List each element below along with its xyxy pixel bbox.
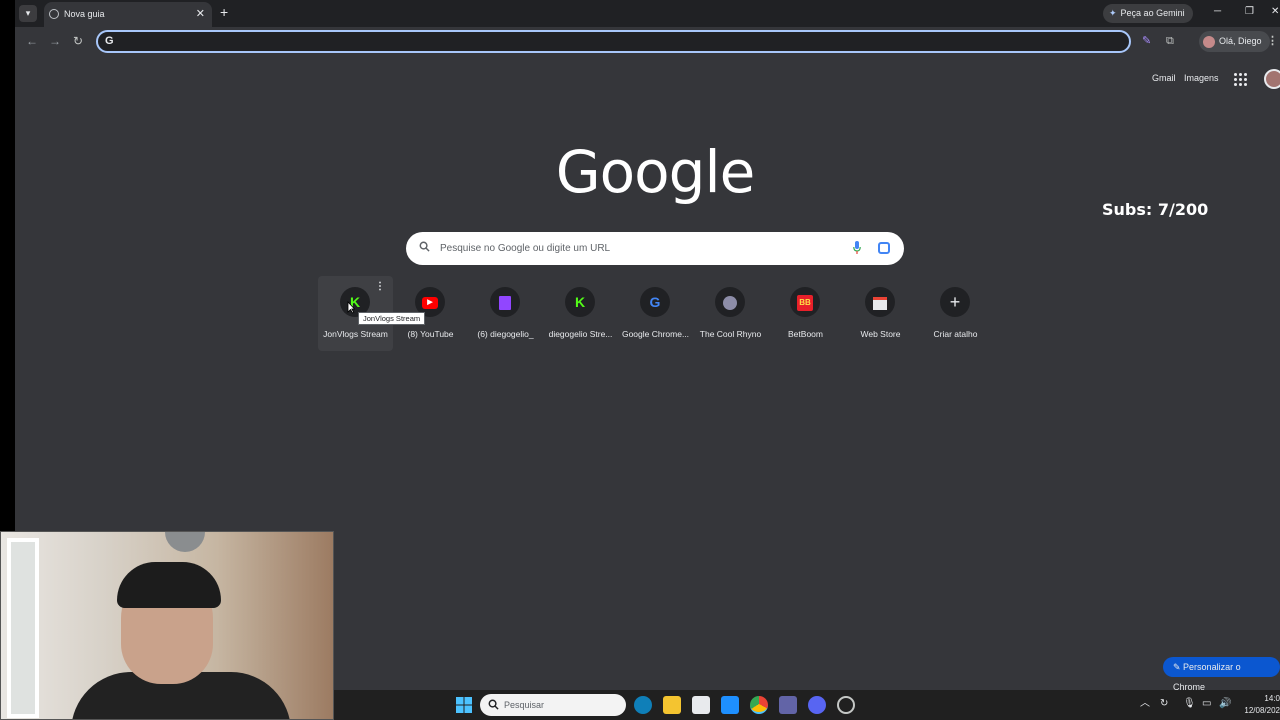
new-tab-button[interactable]: +: [220, 5, 228, 20]
web-store-icon: [865, 287, 895, 317]
windows-start-icon[interactable]: [455, 696, 473, 714]
taskbar-search[interactable]: Pesquisar: [480, 694, 626, 716]
shortcut-betboom[interactable]: BB BetBoom: [768, 276, 843, 351]
shortcut-twitch[interactable]: (6) diegogelio_: [468, 276, 543, 351]
google-g-icon: G: [640, 287, 670, 317]
search-icon: [419, 241, 430, 252]
browser-toolbar: ← → ↻ G ✎ ⧉ Olá, Diego ⋮: [15, 27, 1280, 56]
chrome-favicon-icon: [49, 9, 59, 19]
search-input[interactable]: Pesquise no Google ou digite um URL: [406, 232, 904, 265]
gemini-spark-icon: ✦: [1109, 8, 1117, 18]
tab-strip: ▾ Nova guia ✕ + ✦ Peça ao Gemini ─ ❐ ✕: [15, 0, 1280, 27]
shortcut-label: The Cool Rhyno: [699, 329, 762, 339]
pen-extension-icon[interactable]: ✎: [1142, 35, 1151, 48]
clock-date: 12/08/202: [1244, 706, 1280, 715]
google-apps-icon[interactable]: [1234, 73, 1248, 87]
gemini-button[interactable]: ✦ Peça ao Gemini: [1103, 4, 1193, 23]
address-bar[interactable]: G: [96, 30, 1131, 53]
plus-icon: +: [940, 287, 970, 317]
more-options-icon[interactable]: ⋮: [375, 281, 385, 292]
chevron-up-icon[interactable]: ︿: [1140, 698, 1150, 710]
close-window-button[interactable]: ✕: [1271, 6, 1279, 17]
shortcut-label: BetBoom: [788, 329, 823, 339]
tab-close-icon[interactable]: ✕: [196, 7, 205, 20]
shortcut-google-chrome[interactable]: G Google Chrome...: [618, 276, 693, 351]
profile-button[interactable]: Olá, Diego: [1199, 31, 1270, 52]
google-logo: Google: [555, 138, 756, 206]
teams-icon[interactable]: [779, 696, 797, 714]
shortcut-label: JonVlogs Stream: [323, 329, 388, 339]
webcam-window-frame: [7, 538, 39, 718]
file-explorer-icon[interactable]: [663, 696, 681, 714]
shortcut-label: (8) YouTube: [407, 329, 454, 339]
gmail-link[interactable]: Gmail: [1152, 73, 1176, 83]
clock-time: 14:0: [1264, 694, 1280, 703]
mouse-cursor-icon: [347, 301, 355, 314]
tab-search-button[interactable]: ▾: [19, 5, 37, 22]
forward-button[interactable]: →: [49, 34, 61, 48]
screen: ▾ Nova guia ✕ + ✦ Peça ao Gemini ─ ❐ ✕ ← …: [0, 0, 1280, 720]
discord-icon[interactable]: [808, 696, 826, 714]
shortcut-tooltip: JonVlogs Stream: [358, 312, 426, 325]
shortcut-cool-rhyno[interactable]: The Cool Rhyno: [693, 276, 768, 351]
shortcut-web-store[interactable]: Web Store: [843, 276, 918, 351]
volume-icon[interactable]: 🔊: [1219, 698, 1231, 710]
pencil-icon: ✎: [1173, 662, 1184, 672]
customize-chrome-button[interactable]: ✎ Personalizar o Chrome: [1163, 657, 1280, 692]
sync-icon[interactable]: ↻: [1160, 698, 1168, 710]
ms-store-icon[interactable]: [692, 696, 710, 714]
tab-title: Nova guia: [64, 9, 105, 19]
webcam-person-cap: [117, 562, 221, 608]
search-icon: [488, 699, 499, 710]
shortcut-diegogelio-stream[interactable]: K diegogelio Stre...: [543, 276, 618, 351]
tab-new-tab[interactable]: Nova guia ✕: [44, 2, 212, 27]
profile-avatar: [1203, 35, 1215, 48]
kick-icon: K: [565, 287, 595, 317]
microphone-icon[interactable]: 🎙: [1183, 698, 1196, 710]
betboom-icon: BB: [790, 287, 820, 317]
webcam-overlay: [0, 531, 334, 720]
taskbar-search-placeholder: Pesquisar: [504, 700, 545, 710]
webcam-lamp: [165, 532, 205, 552]
subs-counter: Subs: 7/200: [1102, 200, 1209, 219]
app-icon[interactable]: [837, 696, 855, 714]
mail-icon[interactable]: [721, 696, 739, 714]
images-link[interactable]: Imagens: [1184, 73, 1219, 83]
chrome-icon[interactable]: [750, 696, 768, 714]
twitch-icon: [490, 287, 520, 317]
restore-button[interactable]: ❐: [1245, 6, 1254, 17]
gemini-label: Peça ao Gemini: [1120, 8, 1185, 18]
network-icon[interactable]: ▭: [1202, 698, 1211, 710]
shortcut-label: (6) diegogelio_: [477, 329, 534, 339]
menu-icon[interactable]: ⋮: [1267, 35, 1278, 48]
shortcut-label: Criar atalho: [933, 329, 978, 339]
reload-button[interactable]: ↻: [73, 34, 83, 48]
extensions-icon[interactable]: ⧉: [1166, 35, 1174, 48]
windows-taskbar: Pesquisar ︿ ↻ 🎙 ▭ 🔊 14:0 12/08/202: [334, 690, 1280, 720]
customize-label: Personalizar o Chrome: [1173, 662, 1241, 692]
profile-label: Olá, Diego: [1219, 36, 1262, 46]
search-placeholder: Pesquise no Google ou digite um URL: [440, 243, 611, 254]
back-button[interactable]: ←: [26, 34, 38, 48]
rhyno-icon: [715, 287, 745, 317]
google-g-icon: G: [105, 35, 114, 47]
google-lens-icon[interactable]: [878, 242, 890, 254]
account-avatar[interactable]: [1264, 69, 1280, 89]
add-shortcut-button[interactable]: + Criar atalho: [918, 276, 993, 351]
taskbar-clock[interactable]: 14:0 12/08/202: [1240, 693, 1280, 717]
minimize-button[interactable]: ─: [1214, 6, 1221, 17]
edge-icon[interactable]: [634, 696, 652, 714]
voice-search-icon[interactable]: [853, 241, 861, 255]
shortcut-label: diegogelio Stre...: [548, 329, 613, 339]
shortcut-label: Web Store: [860, 329, 901, 339]
shortcut-label: Google Chrome...: [621, 329, 690, 339]
